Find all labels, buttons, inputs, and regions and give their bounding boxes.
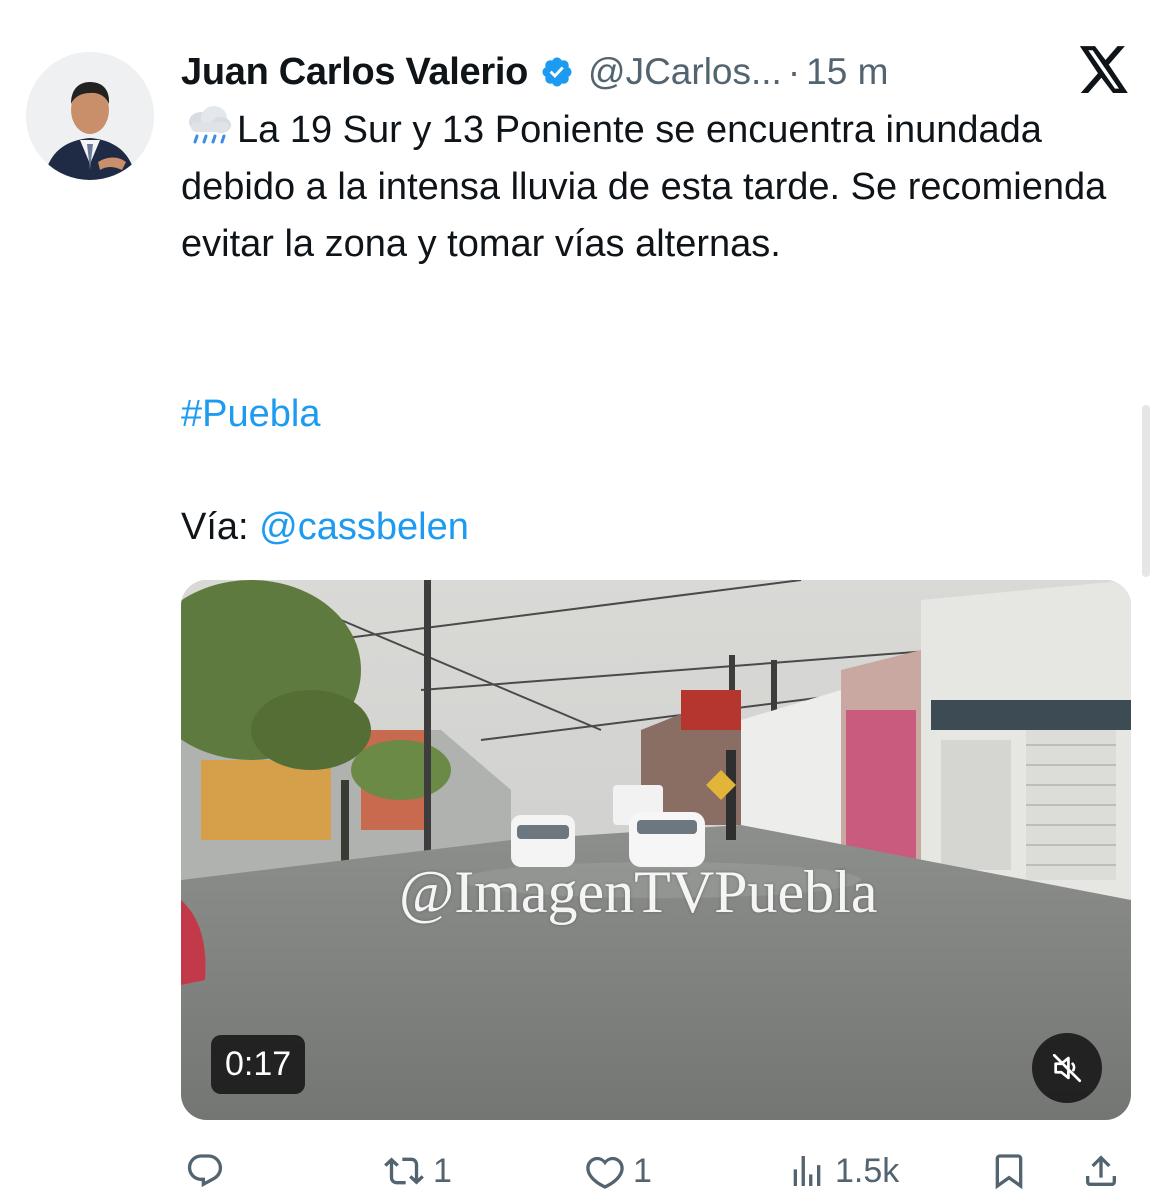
share-button[interactable] [1081, 1142, 1121, 1200]
mention-link[interactable]: @cassbelen [259, 506, 469, 548]
bookmark-icon [995, 1154, 1023, 1190]
cloud-with-rain-icon [181, 104, 235, 148]
retweet-count: 1 [433, 1151, 452, 1190]
author-name[interactable]: Juan Carlos Valerio [181, 51, 528, 94]
video-duration: 0:17 [211, 1035, 306, 1094]
action-bar: 1 1 1.5k [181, 1142, 1131, 1200]
tweet-timestamp[interactable]: 15 m [806, 51, 888, 93]
heart-icon [586, 1156, 624, 1189]
reply-icon [187, 1154, 223, 1188]
view-count: 1.5k [835, 1151, 900, 1190]
reply-button[interactable] [185, 1142, 233, 1200]
muted-speaker-icon [1052, 1053, 1082, 1083]
author-handle[interactable]: @JCarlos... [588, 51, 782, 93]
x-logo-icon [1078, 46, 1130, 94]
like-count: 1 [633, 1151, 652, 1190]
tweet-text: La 19 Sur y 13 Poniente se encuentra inu… [181, 102, 1141, 273]
bookmark-button[interactable] [989, 1142, 1029, 1200]
scrollbar[interactable] [1142, 405, 1150, 577]
share-icon [1086, 1155, 1116, 1186]
views-button[interactable]: 1.5k [787, 1142, 899, 1200]
retweet-icon [384, 1157, 424, 1185]
video-thumbnail [181, 580, 1131, 1120]
via-line: Vía: @cassbelen [181, 499, 469, 556]
hashtag-link[interactable]: #Puebla [181, 386, 320, 443]
verified-badge-icon[interactable] [540, 55, 574, 89]
views-icon [793, 1156, 821, 1186]
via-label: Vía: [181, 506, 249, 548]
video-watermark: @ImagenTVPuebla [399, 859, 878, 925]
video-player[interactable]: @ImagenTVPuebla 0:17 [181, 580, 1131, 1120]
mute-button[interactable] [1032, 1033, 1102, 1103]
header-separator: · [787, 51, 801, 92]
retweet-button[interactable]: 1 [383, 1142, 452, 1200]
tweet-header: Juan Carlos Valerio @JCarlos... · 15 m [181, 48, 888, 96]
author-avatar[interactable] [26, 52, 154, 180]
tweet-body: La 19 Sur y 13 Poniente se encuentra inu… [181, 109, 1107, 265]
like-button[interactable]: 1 [585, 1142, 652, 1200]
